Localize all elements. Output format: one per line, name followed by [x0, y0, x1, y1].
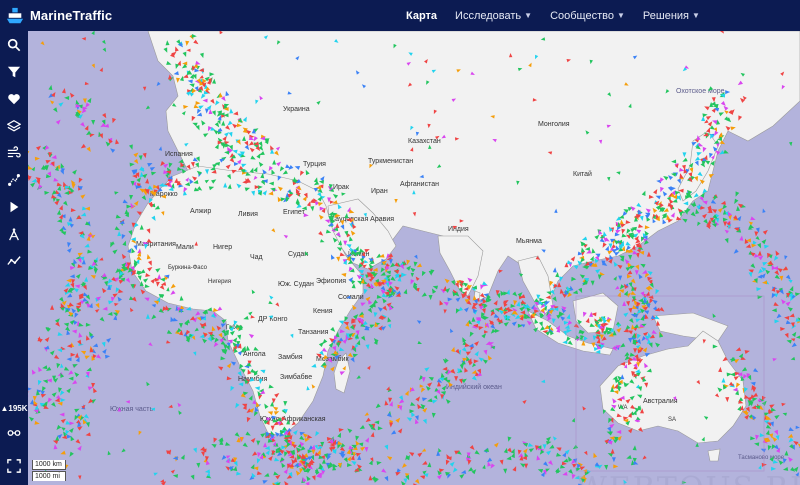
measure-icon: [8, 173, 20, 186]
label-angola: Ангола: [243, 351, 266, 358]
label-tasman: Тасманово море: [738, 455, 785, 461]
label-somalia: Сомали: [338, 294, 364, 301]
main-nav: Карта Исследовать ▼ Сообщество ▼ Решения…: [406, 10, 700, 22]
label-myanmar: Мьянма: [516, 238, 542, 245]
layers-icon: [7, 119, 21, 132]
playback-button[interactable]: [0, 193, 28, 220]
label-zambia: Замбия: [278, 353, 303, 361]
label-mauritania: Мавритания: [136, 241, 176, 248]
label-afghanistan: Афганистан: [400, 181, 439, 188]
label-iran: Иран: [371, 188, 388, 195]
map-scale: 1000 km 1000 mi: [32, 460, 66, 481]
label-south-atlantic: Южная часть: [110, 406, 153, 413]
label-turkmenistan: Туркменистан: [368, 158, 413, 165]
tasmania: [707, 448, 721, 462]
label-egypt: Египет: [283, 209, 306, 216]
label-south-africa: Южно-Африканская: [260, 416, 326, 423]
map-toolbar: ▲195K: [0, 31, 28, 485]
world-map[interactable]: Украина Турция Испания Марокко Алжир Лив…: [28, 31, 800, 485]
nav-map-label: Карта: [406, 9, 438, 22]
label-tanzania: Танзания: [298, 329, 329, 336]
top-navigation-bar: MarineTraffic Карта Исследовать ▼ Сообще…: [0, 0, 800, 31]
chevron-down-icon: ▼: [524, 11, 533, 20]
label-kenya: Кения: [313, 308, 333, 315]
chevron-down-icon: ▼: [692, 11, 700, 20]
chevron-down-icon: ▼: [616, 11, 625, 20]
weather-button[interactable]: [0, 139, 28, 166]
label-australia: Австралия: [643, 398, 678, 405]
vessel-count: ▲195K: [0, 404, 27, 413]
label-zimbabwe: Зимбабве: [280, 373, 312, 381]
wind-icon: [7, 145, 21, 158]
logo[interactable]: MarineTraffic: [0, 7, 160, 25]
nav-explore-label: Исследовать: [455, 9, 522, 22]
analytics-button[interactable]: [0, 247, 28, 274]
map-canvas[interactable]: Украина Турция Испания Марокко Алжир Лив…: [28, 31, 800, 485]
label-mongolia: Монголия: [538, 121, 570, 128]
label-sa: SA: [668, 417, 676, 423]
heart-icon: [8, 93, 20, 104]
label-indian-ocean: Индийский океан: [446, 383, 502, 391]
nav-explore[interactable]: Исследовать ▼: [455, 10, 532, 22]
nav-community-label: Сообщество: [550, 9, 614, 22]
label-mozambique: Мозамбик: [316, 355, 349, 363]
label-niger: Нигер: [213, 244, 232, 251]
toolbar-bottom: ▲195K: [0, 404, 28, 479]
label-iraq: Ирак: [333, 184, 350, 191]
layers-button[interactable]: [0, 112, 28, 139]
nav-solutions-label: Решения: [642, 9, 689, 22]
measure-button[interactable]: [0, 166, 28, 193]
label-nigeria: Нигерия: [208, 279, 231, 285]
label-drc: ДР Конго: [258, 316, 288, 323]
label-spain: Испания: [165, 151, 193, 158]
label-mali: Мали: [176, 244, 194, 251]
vessel-count-value: 195K: [8, 404, 28, 413]
link-icon: [7, 429, 21, 436]
connect-button[interactable]: [0, 419, 28, 446]
label-okhotsk: Охотское море: [676, 88, 725, 95]
analytics-icon: [7, 255, 21, 265]
label-sudan: Судан: [288, 251, 308, 258]
search-button[interactable]: [0, 31, 28, 58]
label-turkey: Турция: [303, 161, 326, 168]
nav-map[interactable]: Карта: [406, 10, 437, 22]
ship-logo-icon: [6, 7, 24, 23]
watermark: WEBTOUS.RU: [576, 471, 800, 485]
label-chad: Чад: [250, 254, 263, 261]
filter-button[interactable]: [0, 58, 28, 85]
search-icon: [7, 38, 21, 51]
label-saudi: Саудовская Аравия: [330, 216, 394, 223]
play-icon: [10, 201, 19, 212]
label-ethiopia: Эфиопия: [316, 278, 346, 285]
favorites-button[interactable]: [0, 85, 28, 112]
label-libya: Ливия: [238, 211, 258, 218]
fullscreen-button[interactable]: [0, 452, 28, 479]
scale-mi: 1000 mi: [32, 471, 66, 481]
label-china: Китай: [573, 170, 592, 178]
label-ukraine: Украина: [283, 106, 310, 113]
nav-community[interactable]: Сообщество ▼: [550, 10, 625, 22]
logo-text: MarineTraffic: [30, 8, 113, 23]
label-south-sudan: Юж. Судан: [278, 281, 314, 288]
scale-km: 1000 km: [32, 460, 66, 470]
fullscreen-icon: [7, 458, 21, 473]
compass-button[interactable]: [0, 220, 28, 247]
filter-icon: [7, 66, 21, 77]
label-burkina: Буркина-Фасо: [168, 265, 208, 271]
label-india: Индия: [448, 226, 469, 233]
nav-solutions[interactable]: Решения ▼: [643, 10, 700, 22]
label-algeria: Алжир: [190, 208, 211, 215]
label-kazakhstan: Казахстан: [408, 138, 441, 145]
compass-icon: [9, 227, 19, 240]
